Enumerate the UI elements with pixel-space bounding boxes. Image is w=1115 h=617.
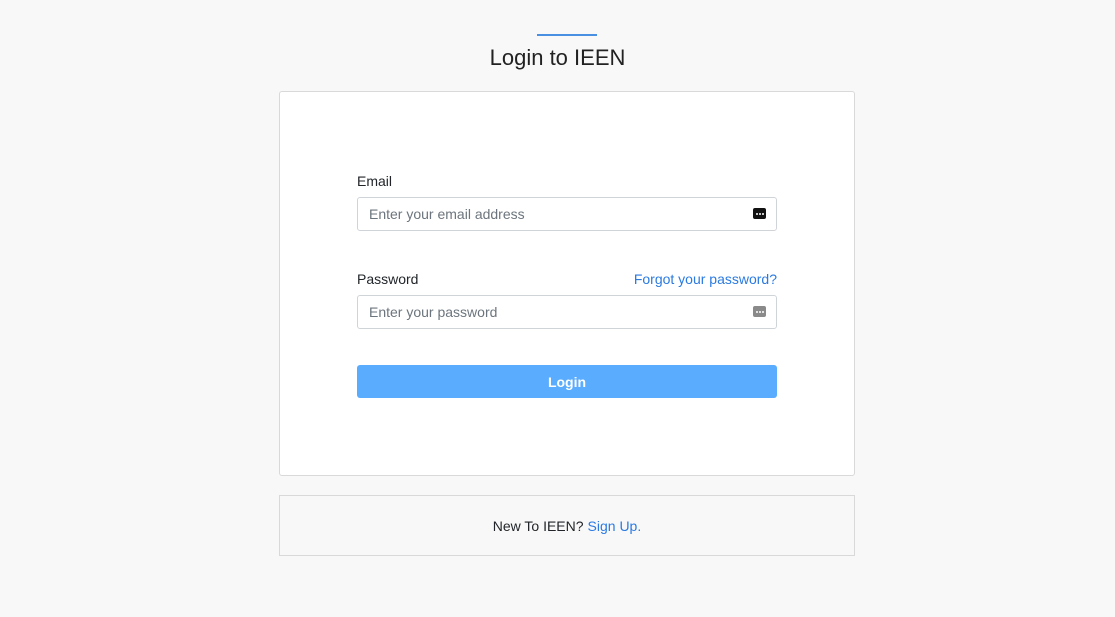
signup-prompt-text: New To IEEN?	[492, 517, 584, 534]
login-button[interactable]: Login	[357, 365, 777, 398]
page-title: Login to IEEN	[489, 45, 626, 70]
signup-prompt-box: New To IEEN? Sign Up.	[279, 495, 855, 556]
login-card: Email Password Forgot your password? Log…	[279, 91, 855, 476]
password-manager-key-icon[interactable]	[753, 208, 766, 219]
email-label: Email	[357, 173, 393, 189]
password-input[interactable]	[358, 296, 776, 328]
email-field-wrapper	[357, 197, 777, 231]
password-field-wrapper	[357, 295, 777, 329]
signup-link[interactable]: Sign Up.	[588, 518, 642, 534]
email-input[interactable]	[358, 198, 776, 230]
login-page: Login to IEEN Email Password Forgot your…	[0, 0, 1115, 617]
title-accent-line	[537, 34, 597, 36]
forgot-password-link[interactable]: Forgot your password?	[634, 271, 777, 287]
password-label: Password	[357, 271, 419, 287]
password-manager-key-icon[interactable]	[753, 306, 766, 317]
